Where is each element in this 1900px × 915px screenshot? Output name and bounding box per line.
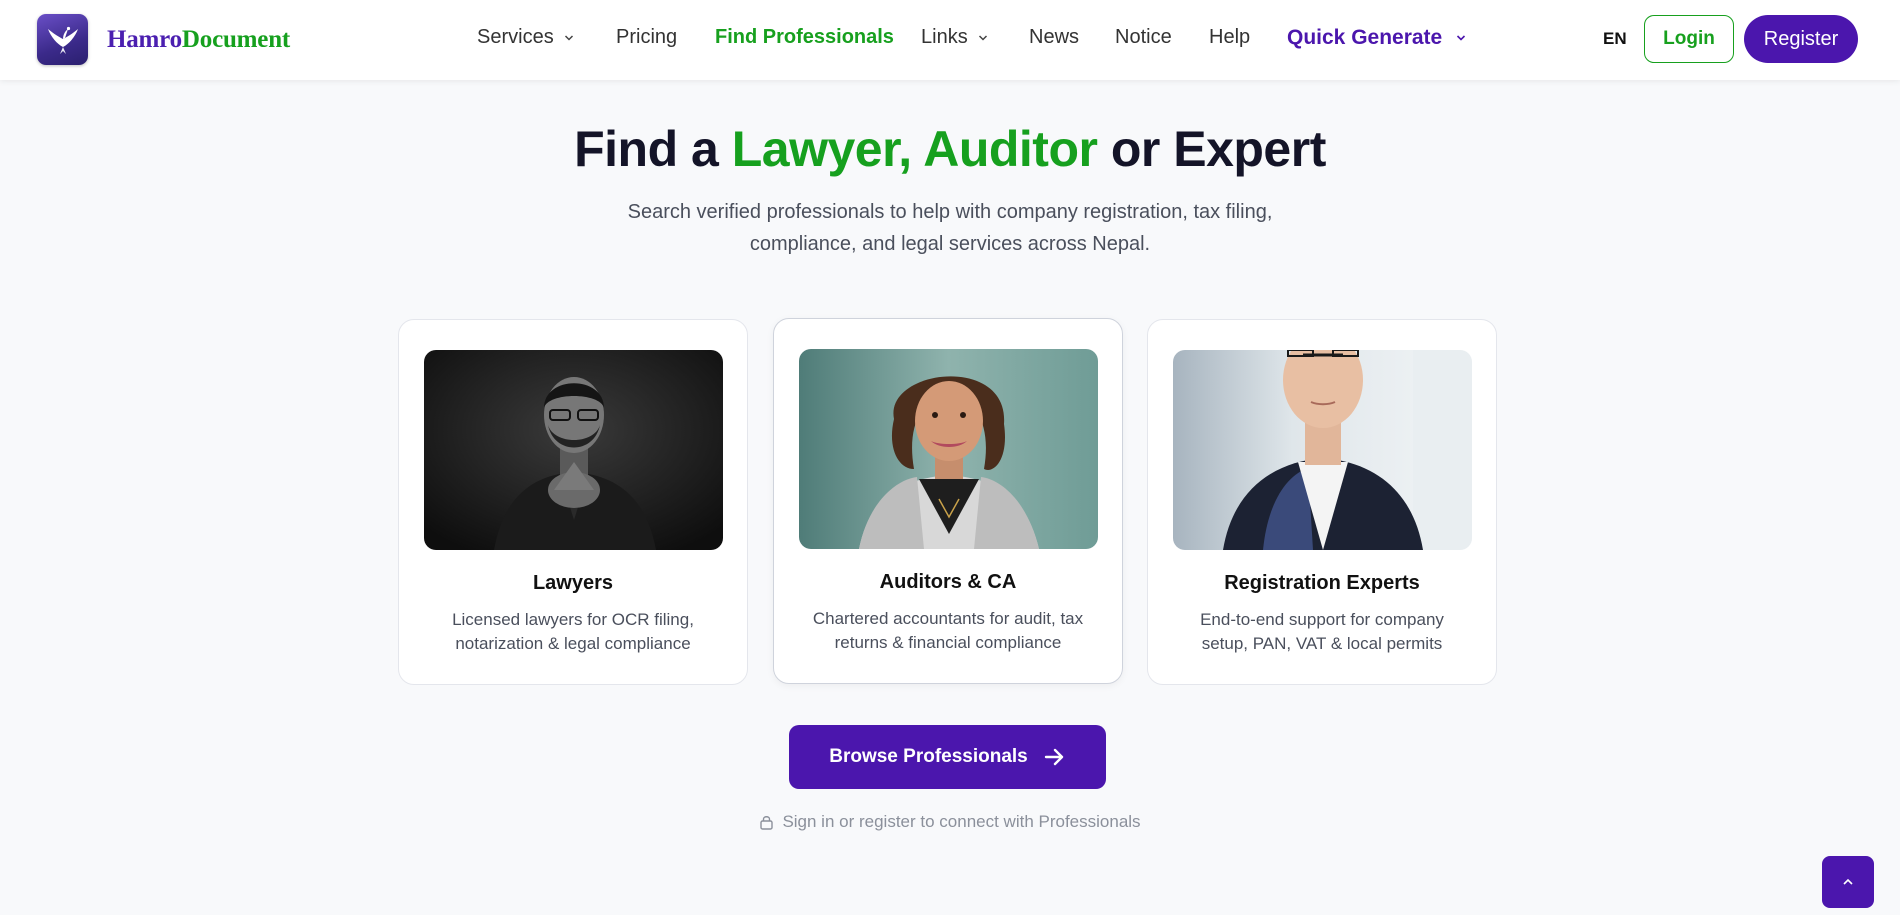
registration-expert-photo	[1173, 350, 1472, 550]
auditor-photo	[799, 349, 1098, 549]
nav-notice-label: Notice	[1115, 26, 1172, 48]
card-description: Licensed lawyers for OCR filing, notariz…	[452, 610, 694, 653]
page-title: Find a Lawyer, Auditor or Expert	[0, 120, 1900, 178]
brand-name-part2: Document	[181, 25, 291, 53]
chevron-down-icon	[564, 34, 573, 41]
nav-pricing-label: Pricing	[616, 26, 678, 48]
nav-news[interactable]: News	[1029, 26, 1079, 49]
nav-notice[interactable]: Notice	[1115, 26, 1172, 49]
card-auditors[interactable]: Auditors & CA Chartered accountants for …	[773, 318, 1123, 684]
lock-icon	[760, 816, 774, 830]
card-lawyers[interactable]: Lawyers Licensed lawyers for OCR filing,…	[398, 319, 748, 685]
nav-links[interactable]: Links	[921, 26, 988, 49]
nav-services[interactable]: Services	[477, 26, 574, 49]
page-subtitle: Search verified professionals to help wi…	[627, 201, 1273, 255]
nav-pricing[interactable]: Pricing	[616, 26, 677, 49]
arrow-right-icon	[1044, 748, 1063, 766]
nav-links-label: Links	[921, 26, 968, 48]
register-button[interactable]: Register	[1744, 15, 1858, 63]
signin-note-text: Sign in or register to connect with Prof…	[782, 812, 1141, 831]
logo-bird-icon	[37, 14, 88, 65]
nav-find-professionals-label: Find Professionals	[715, 26, 894, 48]
page-title-part1: Find a	[574, 121, 732, 177]
card-title: Auditors & CA	[879, 571, 1017, 593]
browse-professionals-button[interactable]: Browse Professionals	[789, 725, 1106, 789]
page-title-part2: or Expert	[1097, 121, 1327, 177]
nav-quick-generate-label: Quick Generate	[1287, 26, 1443, 49]
card-description: Chartered accountants for audit, tax ret…	[812, 609, 1084, 652]
signin-note: Sign in or register to connect with Prof…	[0, 812, 1900, 832]
login-button[interactable]: Login	[1644, 15, 1734, 63]
lawyer-photo	[424, 350, 723, 550]
nav-news-label: News	[1029, 26, 1080, 48]
site-header: HamroDocument Services Pricing Find Prof…	[0, 0, 1900, 80]
card-registration-experts[interactable]: Registration Experts End-to-end support …	[1147, 319, 1497, 685]
nav-find-professionals[interactable]: Find Professionals	[715, 26, 894, 49]
page-title-highlight: Lawyer, Auditor	[731, 121, 1098, 177]
card-description: End-to-end support for company setup, PA…	[1200, 610, 1444, 653]
language-selector[interactable]: EN	[1603, 29, 1627, 49]
brand-name: HamroDocument	[107, 26, 290, 54]
card-title: Lawyers	[532, 572, 614, 594]
scroll-to-top-button[interactable]	[1822, 856, 1874, 908]
chevron-down-icon	[978, 34, 987, 41]
nav-help-label: Help	[1209, 26, 1251, 48]
chevron-up-icon	[1843, 878, 1853, 885]
nav-help[interactable]: Help	[1209, 26, 1250, 49]
card-title: Registration Experts	[1224, 572, 1420, 594]
browse-professionals-label: Browse Professionals	[829, 746, 1028, 767]
nav-quick-generate[interactable]: Quick Generate	[1287, 26, 1466, 50]
brand-logo[interactable]: HamroDocument	[37, 14, 290, 65]
chevron-down-icon	[1457, 35, 1466, 41]
brand-name-part1: Hamro	[107, 25, 182, 53]
nav-services-label: Services	[477, 26, 554, 48]
